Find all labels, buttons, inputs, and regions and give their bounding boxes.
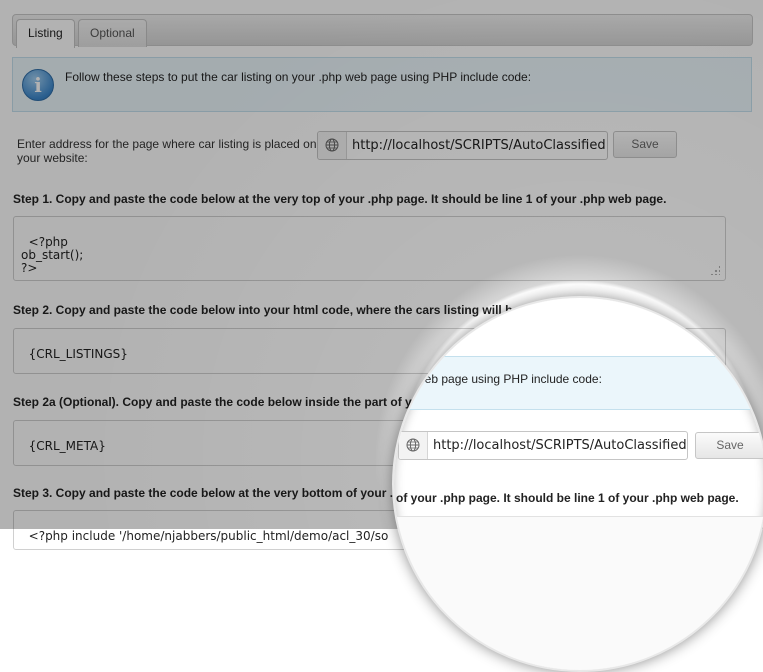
magnifier-top-area	[394, 298, 763, 356]
step-1-code[interactable]: <?php ob_start(); ?>	[13, 216, 726, 281]
step-3-code-text: <?php include '/home/njabbers/public_htm…	[28, 529, 389, 543]
step-1-code-text: <?php ob_start(); ?>	[21, 235, 84, 275]
globe-icon	[325, 138, 339, 152]
address-label: Enter address for the page where car lis…	[17, 137, 317, 165]
magnifier-info-box: p web page using PHP include code:	[394, 356, 763, 410]
magnifier-lens: p web page using PHP include code: Save …	[392, 296, 763, 672]
magnifier-save-button[interactable]: Save	[695, 432, 763, 459]
magnifier-address-input[interactable]	[429, 433, 693, 458]
magnifier-address-field	[398, 431, 693, 460]
info-box: i Follow these steps to put the car list…	[12, 57, 752, 112]
magnifier-step-text: of your .php page. It should be line 1 o…	[396, 491, 739, 505]
magnifier-globe-box	[399, 432, 428, 459]
magnifier-lower-area	[394, 516, 763, 670]
info-icon: i	[22, 69, 54, 101]
step-2a-label: Step 2a (Optional). Copy and paste the c…	[13, 395, 420, 409]
step-3-label: Step 3. Copy and paste the code below at…	[13, 486, 404, 500]
resize-grip-icon[interactable]	[710, 265, 720, 275]
info-text: Follow these steps to put the car listin…	[65, 70, 532, 84]
globe-icon	[406, 438, 420, 452]
globe-box	[318, 132, 347, 159]
step-1-label: Step 1. Copy and paste the code below at…	[13, 192, 667, 206]
step-2a-code-text: {CRL_META}	[28, 439, 106, 453]
step-2-code-text: {CRL_LISTINGS}	[28, 347, 128, 361]
address-input[interactable]	[348, 133, 614, 158]
tab-optional[interactable]: Optional	[78, 19, 147, 47]
tab-bar: Listing Optional	[12, 14, 753, 48]
magnifier-info-text: p web page using PHP include code:	[406, 372, 602, 386]
address-field	[317, 131, 614, 160]
tab-listing[interactable]: Listing	[16, 19, 75, 48]
save-button[interactable]: Save	[613, 131, 677, 158]
